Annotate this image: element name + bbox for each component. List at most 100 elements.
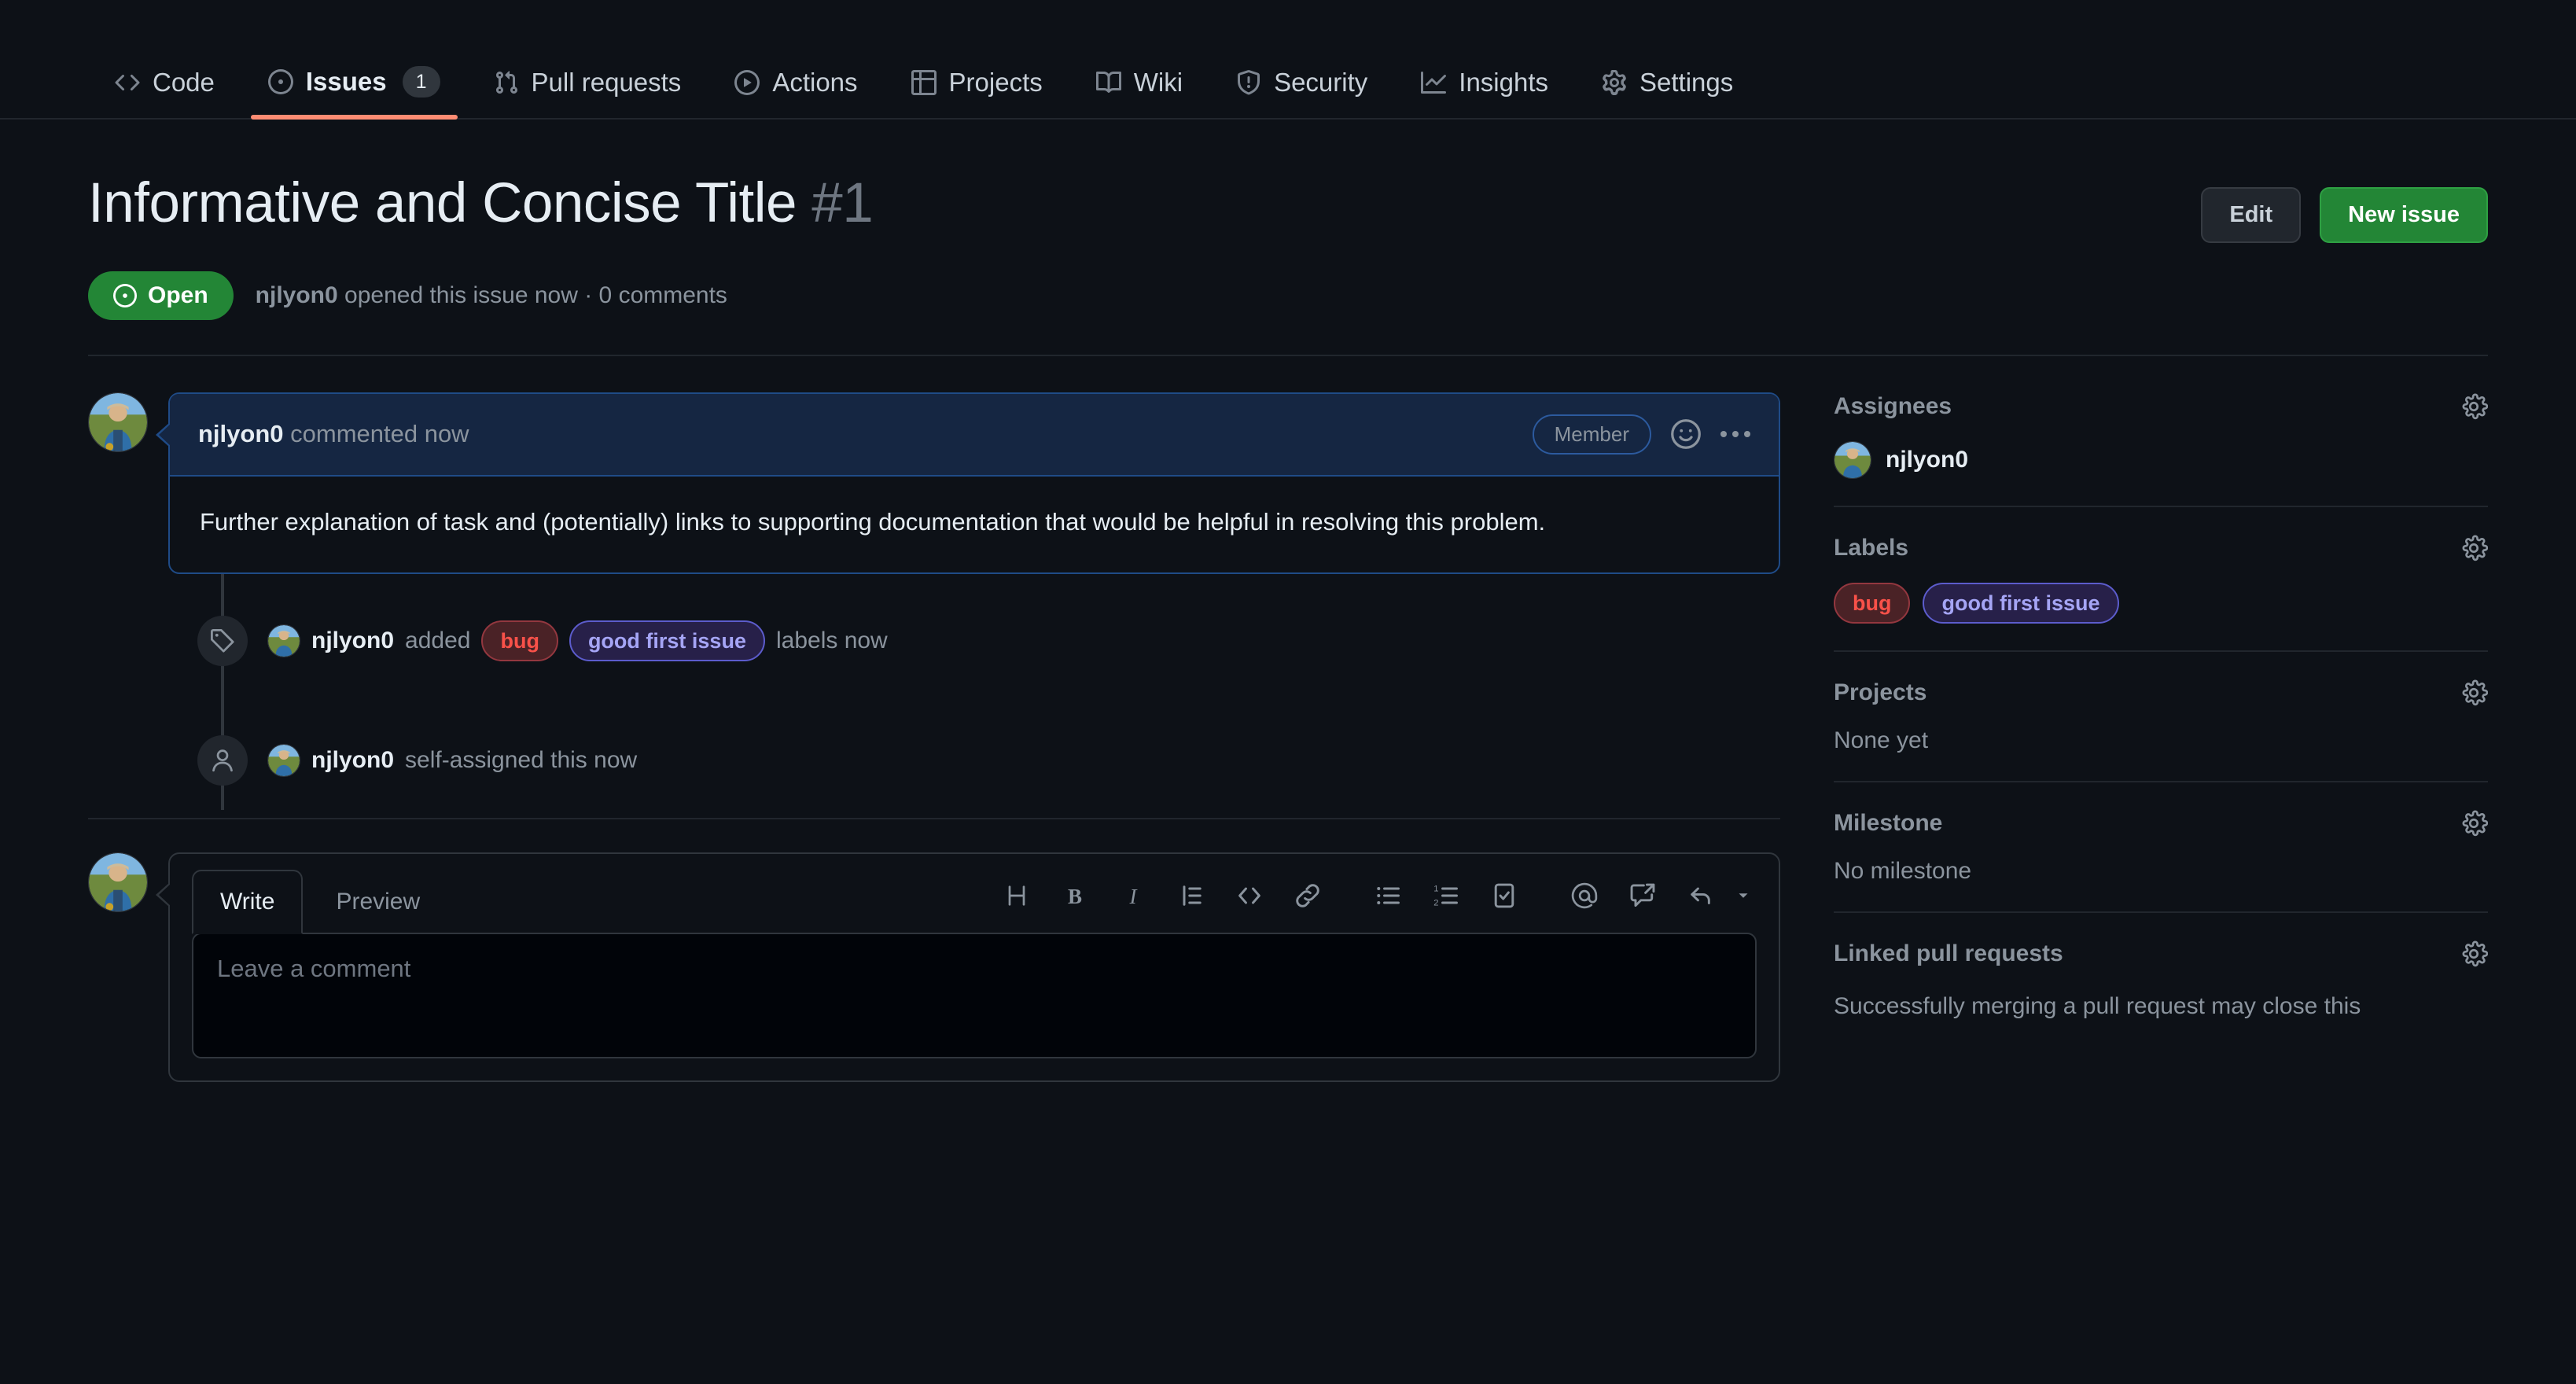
nav-item-label: Settings — [1639, 68, 1734, 97]
heading-icon[interactable] — [988, 871, 1046, 920]
cross-reference-icon[interactable] — [1614, 871, 1672, 920]
nav-item-label: Security — [1274, 68, 1368, 97]
graph-icon — [1421, 70, 1447, 95]
issue-meta-rest: opened this issue now · 0 comments — [337, 282, 727, 308]
sidebar-milestone-value: No milestone — [1834, 858, 1972, 885]
timeline-actor[interactable]: njlyon0 — [311, 628, 394, 654]
code-icon[interactable] — [1220, 871, 1279, 920]
sidebar-linked-prs-header: Linked pull requests — [1834, 940, 2488, 968]
issue-opened-icon — [267, 69, 293, 94]
label-chip-bug[interactable]: bug — [481, 620, 558, 662]
comment-body: Further explanation of task and (potenti… — [200, 507, 1546, 536]
nav-item-label: Code — [153, 68, 215, 97]
link-icon[interactable] — [1279, 871, 1337, 920]
quote-icon[interactable] — [1162, 871, 1220, 920]
issue-opened-icon — [113, 283, 137, 307]
smiley-icon[interactable] — [1670, 418, 1702, 450]
timeline-suffix: labels now — [775, 628, 888, 654]
sidebar-section-linked-prs: Linked pull requests Successfully mergin… — [1834, 940, 2488, 1051]
nav-item-wiki[interactable]: Wiki — [1069, 68, 1209, 118]
bold-icon[interactable]: B — [1046, 871, 1104, 920]
tab-write[interactable]: Write — [192, 870, 304, 935]
sidebar-assignee-name: njlyon0 — [1886, 446, 1969, 473]
nav-item-actions[interactable]: Actions — [708, 68, 884, 118]
svg-text:2: 2 — [1433, 899, 1438, 908]
avatar[interactable] — [267, 744, 300, 778]
comment-header: njlyon0 commented now Member — [170, 393, 1779, 477]
timeline-actor[interactable]: njlyon0 — [311, 747, 394, 774]
label-chip-bug[interactable]: bug — [1834, 582, 1911, 624]
divider — [88, 818, 1780, 820]
nav-item-label: Wiki — [1133, 68, 1183, 97]
nav-item-label: Insights — [1459, 68, 1549, 97]
nav-item-issues[interactable]: Issues 1 — [241, 66, 467, 120]
label-chip-good-first-issue[interactable]: good first issue — [569, 620, 765, 662]
comment-form-card: Write Preview B I 1 2 Leave a comment — [156, 852, 1780, 1083]
timeline-verb: self-assigned this now — [405, 747, 638, 774]
sidebar-projects-header: Projects — [1834, 679, 2488, 707]
divider — [1834, 505, 2488, 507]
sidebar-section-title: Assignees — [1834, 392, 1952, 419]
sidebar-section-assignees: Assignees njlyon0 — [1834, 392, 2488, 506]
nav-item-pull-requests[interactable]: Pull requests — [467, 68, 708, 118]
sidebar-assignee-item[interactable]: njlyon0 — [1834, 440, 2488, 479]
timeline-event-assigned: njlyon0 self-assigned this now — [88, 727, 1780, 794]
comment-author[interactable]: njlyon0 — [198, 420, 284, 447]
issue-body: njlyon0 commented now Member Further exp… — [88, 392, 2488, 1083]
divider — [1834, 781, 2488, 783]
avatar[interactable] — [88, 852, 148, 913]
task-list-icon[interactable] — [1475, 871, 1533, 920]
unordered-list-icon[interactable] — [1359, 871, 1417, 920]
sidebar-section-title: Linked pull requests — [1834, 940, 2063, 967]
sidebar-section-title: Milestone — [1834, 810, 1943, 837]
code-icon — [115, 70, 140, 95]
nav-item-projects[interactable]: Projects — [885, 68, 1069, 118]
timeline-event-text: njlyon0 self-assigned this now — [267, 744, 638, 778]
avatar[interactable] — [88, 392, 148, 452]
status-badge-label: Open — [148, 282, 208, 308]
table-icon — [911, 70, 937, 95]
nav-item-code[interactable]: Code — [88, 68, 241, 118]
sidebar-milestone-header: Milestone — [1834, 809, 2488, 837]
page-title: Informative and Concise Title #1 — [88, 171, 874, 236]
gear-icon[interactable] — [2460, 679, 2488, 707]
italic-icon[interactable]: I — [1104, 871, 1162, 920]
saved-reply-icon[interactable] — [1672, 871, 1730, 920]
gear-icon[interactable] — [2460, 809, 2488, 837]
comment-author-line: njlyon0 commented now — [198, 420, 469, 448]
label-chip-good-first-issue[interactable]: good first issue — [1923, 582, 2119, 624]
svg-text:B: B — [1068, 885, 1082, 908]
comment-input[interactable]: Leave a comment — [192, 933, 1757, 1059]
avatar[interactable] — [1834, 440, 1871, 479]
mention-icon[interactable] — [1555, 871, 1614, 920]
gear-icon[interactable] — [2460, 940, 2488, 968]
edit-button[interactable]: Edit — [2201, 187, 2302, 243]
chevron-down-icon[interactable] — [1730, 871, 1757, 920]
role-badge: Member — [1532, 414, 1651, 455]
sidebar-assignees-header: Assignees — [1834, 392, 2488, 421]
nav-item-label: Issues — [305, 67, 387, 96]
avatar[interactable] — [267, 624, 300, 658]
nav-item-settings[interactable]: Settings — [1575, 68, 1760, 118]
nav-item-label: Pull requests — [531, 68, 682, 97]
ordered-list-icon[interactable]: 12 — [1417, 871, 1475, 920]
nav-item-insights[interactable]: Insights — [1394, 68, 1575, 118]
sidebar-linked-prs-value: Successfully merging a pull request may … — [1834, 993, 2361, 1020]
divider — [88, 354, 2488, 356]
git-pull-request-icon — [494, 70, 519, 95]
sidebar-section-projects: Projects None yet — [1834, 679, 2488, 781]
play-icon — [734, 70, 760, 95]
issue-header-actions: Edit New issue — [2201, 171, 2488, 243]
divider — [1834, 911, 2488, 914]
sidebar-projects-value: None yet — [1834, 727, 1929, 754]
sidebar-section-labels: Labels bug good first issue — [1834, 534, 2488, 650]
nav-item-label: Projects — [948, 68, 1043, 97]
tab-preview[interactable]: Preview — [309, 871, 447, 933]
gear-icon[interactable] — [2460, 392, 2488, 421]
kebab-horizontal-icon[interactable] — [1720, 431, 1750, 438]
new-issue-button[interactable]: New issue — [2320, 187, 2488, 243]
nav-item-security[interactable]: Security — [1209, 68, 1394, 118]
divider — [1834, 650, 2488, 653]
gear-icon[interactable] — [2460, 534, 2488, 562]
comment-action: commented now — [283, 420, 469, 448]
